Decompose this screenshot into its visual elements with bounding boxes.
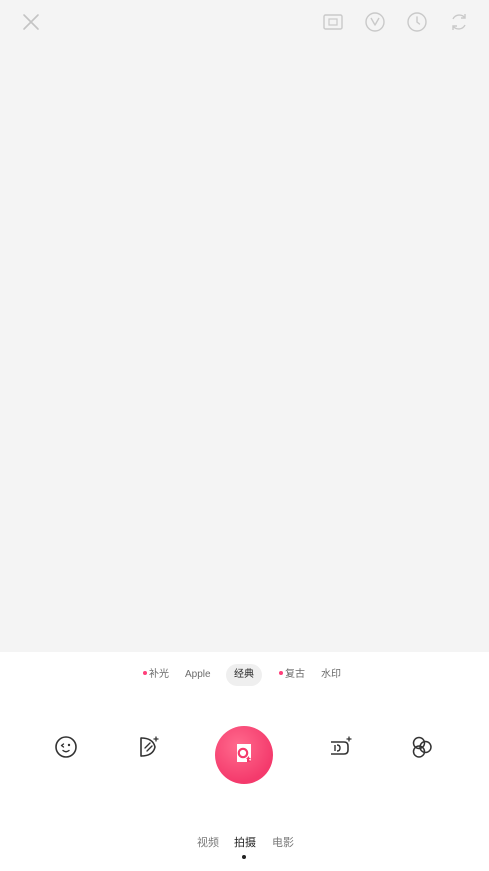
frame-ratio-icon[interactable] (322, 11, 344, 33)
ai-camera-icon[interactable] (327, 734, 353, 760)
filter-item-classic[interactable]: 经典 (226, 664, 262, 686)
camera-cup-icon (231, 740, 257, 771)
active-mode-indicator (242, 855, 246, 859)
shutter-button[interactable] (215, 726, 273, 784)
timer-icon[interactable] (406, 11, 428, 33)
capture-mode-selector: 视频 拍摄 电影 (0, 834, 489, 854)
camera-viewfinder[interactable] (0, 0, 489, 652)
filter-selector: 补光 Apple 经典 复古 水印 (0, 664, 489, 688)
mode-photo[interactable]: 拍摄 (234, 834, 256, 850)
close-icon[interactable] (20, 11, 42, 33)
mode-video[interactable]: 视频 (197, 834, 219, 850)
new-dot-icon (279, 671, 283, 676)
new-dot-icon (143, 671, 147, 676)
mode-movie[interactable]: 电影 (272, 834, 294, 850)
sticker-face-icon[interactable] (53, 734, 79, 760)
flip-camera-icon[interactable] (448, 11, 470, 33)
filter-item-apple[interactable]: Apple (185, 664, 211, 686)
filter-item-fill-light[interactable]: 补光 (143, 664, 169, 686)
filter-item-retro[interactable]: 复古 (279, 664, 305, 686)
beauty-icon[interactable] (364, 11, 386, 33)
magic-sticker-icon[interactable] (135, 734, 161, 760)
filter-item-watermark[interactable]: 水印 (321, 664, 341, 686)
filter-circles-icon[interactable] (409, 734, 435, 760)
